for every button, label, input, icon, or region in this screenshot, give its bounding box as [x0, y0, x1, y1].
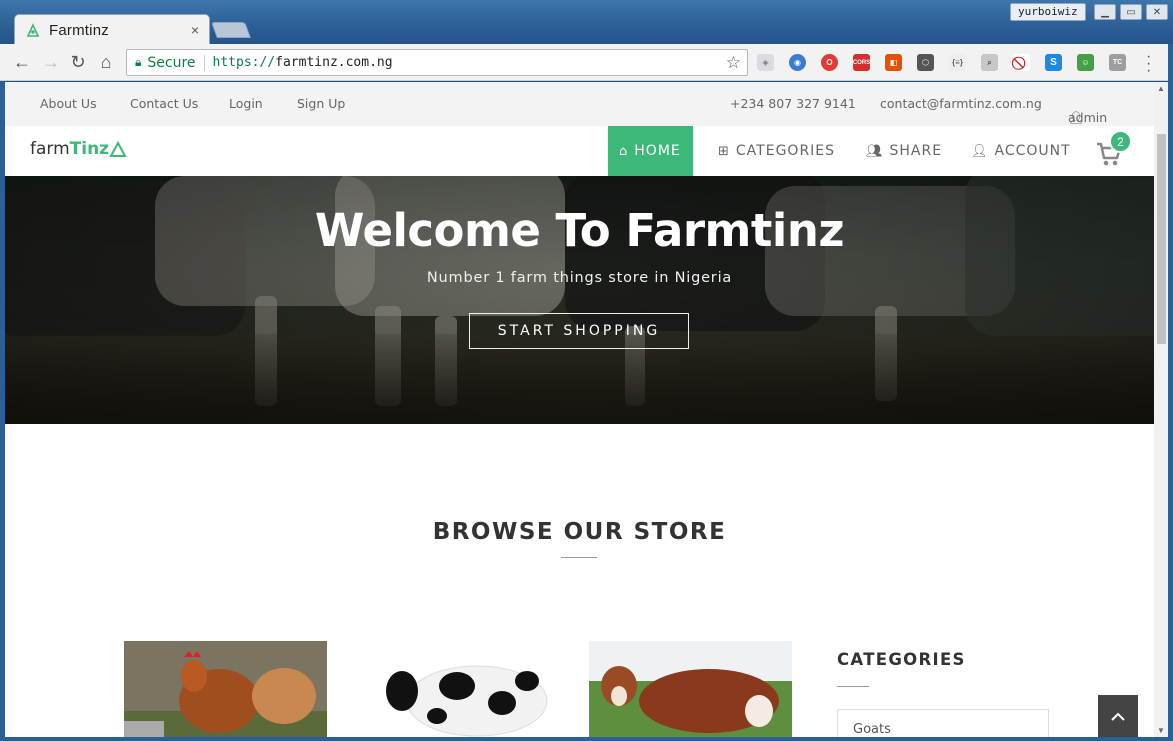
brown-cow-image — [589, 641, 792, 737]
heading-divider — [561, 557, 597, 558]
secure-label: Secure — [147, 54, 205, 71]
page-viewport: About Us Contact Us Login Sign Up +234 8… — [5, 82, 1154, 737]
cube-ext-icon[interactable]: ⬡ — [917, 54, 934, 71]
url-text[interactable]: https://farmtinz.com.ng — [213, 55, 726, 70]
category-item-goats[interactable]: Goats — [837, 709, 1049, 737]
lock-icon: 🔒︎ — [135, 55, 142, 69]
back-icon[interactable]: ← — [12, 52, 32, 72]
logo-part-farm: farm — [30, 139, 70, 159]
email-address[interactable]: contact@farmtinz.com.ng — [880, 96, 1042, 111]
nav-home[interactable]: ⌂ HOME — [608, 126, 693, 176]
cart-count-badge: 2 — [1109, 130, 1132, 153]
page-scrollbar[interactable]: ▲ ▼ — [1154, 82, 1168, 737]
opera-ext-icon[interactable]: O — [821, 54, 838, 71]
url-scheme: https:// — [212, 55, 276, 70]
start-shopping-button[interactable]: START SHOPPING — [469, 313, 689, 349]
new-tab-button[interactable] — [211, 22, 251, 38]
cart-button[interactable]: 2 — [1095, 130, 1132, 168]
login-link[interactable]: Login — [229, 96, 263, 111]
window-titlebar: Farmtinz × yurboiwiz ▁ ▭ ✕ — [0, 0, 1173, 45]
phone-number: +234 807 327 9141 — [730, 96, 856, 111]
globe-ext-icon[interactable]: ◉ — [789, 54, 806, 71]
scroll-up-arrow-icon[interactable]: ▲ — [1157, 84, 1165, 93]
shield-ext-icon[interactable]: ◈ — [757, 54, 774, 71]
url-host: farmtinz.com.ng — [275, 55, 393, 70]
users-icon: 👥︎ — [866, 143, 884, 159]
logo-part-tinz: Tinz — [69, 139, 110, 159]
chrome-menu-icon[interactable]: · · · — [1146, 49, 1151, 79]
profile-button[interactable]: yurboiwiz — [1010, 3, 1086, 21]
bookmark-star-icon[interactable]: ☆ — [726, 53, 741, 73]
back-to-top-button[interactable] — [1098, 695, 1138, 737]
farmtinz-favicon-icon — [26, 23, 40, 37]
tc-ext-icon[interactable]: TC — [1109, 54, 1126, 71]
farmtinz-logo[interactable]: farm Tinz — [30, 139, 127, 159]
contact-link[interactable]: Contact Us — [130, 96, 198, 111]
product-card-cow[interactable] — [377, 641, 580, 737]
product-card-bull[interactable] — [589, 641, 792, 737]
hero-subtitle: Number 1 farm things store in Nigeria — [426, 270, 733, 286]
account-icon: 👤︎ — [971, 143, 989, 159]
window-frame-bottom — [0, 737, 1173, 741]
nav-account-label: ACCOUNT — [994, 143, 1071, 159]
cors-ext-icon[interactable]: CORS — [853, 54, 870, 71]
top-info-bar: About Us Contact Us Login Sign Up +234 8… — [5, 82, 1154, 126]
main-navbar: farm Tinz ⌂ HOME ⊞ CATEGORIES 👥︎ SHARE 👤︎ ACC… — [5, 126, 1154, 176]
search-ext-icon[interactable]: ⌕ — [981, 54, 998, 71]
chicken-image — [124, 641, 327, 737]
browser-tab[interactable]: Farmtinz × — [14, 14, 210, 45]
scroll-down-arrow-icon[interactable]: ▼ — [1157, 726, 1165, 735]
about-link[interactable]: About Us — [40, 96, 97, 111]
close-window-icon[interactable]: ✕ — [1146, 4, 1168, 20]
reload-icon[interactable]: ↻ — [68, 52, 88, 72]
nav-share[interactable]: 👥︎ SHARE — [855, 126, 953, 176]
holstein-cow-image — [377, 641, 580, 737]
block-ext-icon[interactable]: ⃠ — [1013, 54, 1030, 71]
s-ext-icon[interactable]: S — [1045, 54, 1062, 71]
hero-banner: Welcome To Farmtinz Number 1 farm things… — [5, 176, 1154, 424]
admin-label: admin — [1068, 110, 1108, 125]
nav-account[interactable]: 👤︎ ACCOUNT — [960, 126, 1082, 176]
nav-categories[interactable]: ⊞ CATEGORIES — [707, 126, 846, 176]
nav-categories-label: CATEGORIES — [735, 143, 836, 159]
logo-mark-icon — [109, 140, 127, 157]
sidebar-categories-title: CATEGORIES — [837, 650, 966, 669]
scrollbar-thumb[interactable] — [1157, 134, 1166, 344]
browser-toolbar: ← → ↻ ⌂ 🔒︎ Secure https://farmtinz.com.n… — [0, 44, 1173, 81]
hero-title: Welcome To Farmtinz — [314, 204, 845, 257]
maximize-icon[interactable]: ▭ — [1120, 4, 1142, 20]
minimize-icon[interactable]: ▁ — [1094, 4, 1116, 20]
sitemap-icon: ⊞ — [718, 143, 730, 159]
product-card-chicken[interactable] — [124, 641, 327, 737]
home-nav-icon: ⌂ — [619, 143, 629, 159]
json-ext-icon[interactable]: {≡} — [949, 54, 966, 71]
close-tab-icon[interactable]: × — [191, 22, 199, 38]
home-icon[interactable]: ⌂ — [96, 52, 116, 72]
tab-title: Farmtinz — [49, 21, 109, 39]
nav-home-label: HOME — [634, 143, 681, 159]
browse-store-heading: BROWSE OUR STORE — [432, 519, 727, 545]
office-ext-icon[interactable]: ◧ — [885, 54, 902, 71]
forward-icon[interactable]: → — [41, 52, 61, 72]
nav-share-label: SHARE — [889, 143, 943, 159]
chevron-up-icon — [1111, 712, 1125, 721]
sidebar-divider — [837, 686, 869, 687]
android-ext-icon[interactable]: ☺ — [1077, 54, 1094, 71]
window-frame-right — [1168, 44, 1173, 741]
address-bar[interactable]: 🔒︎ Secure https://farmtinz.com.ng ☆ — [126, 49, 748, 76]
signup-link[interactable]: Sign Up — [297, 96, 345, 111]
